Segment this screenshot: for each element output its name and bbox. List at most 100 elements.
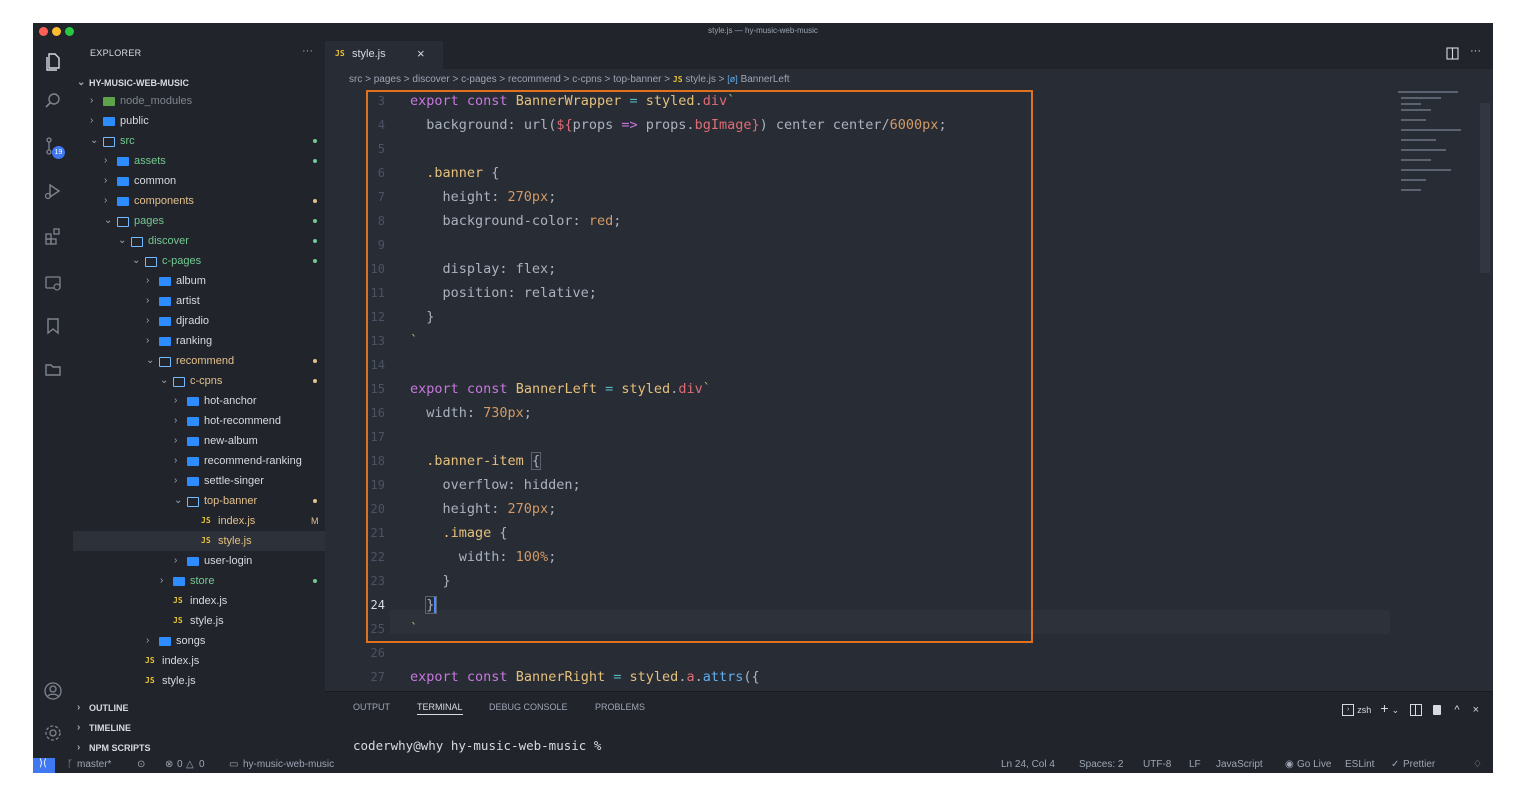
- encoding[interactable]: UTF-8: [1143, 759, 1171, 770]
- tab-style-js[interactable]: JS style.js ×: [325, 41, 443, 69]
- code-line: background: url(${props => props.bgImage…: [426, 117, 947, 133]
- tree-folder-artist[interactable]: › artist: [73, 291, 325, 311]
- extensions-icon[interactable]: [43, 226, 63, 246]
- breadcrumb-item[interactable]: pages: [374, 74, 401, 85]
- tree-folder-components[interactable]: › components: [73, 191, 325, 211]
- trash-icon[interactable]: [1433, 705, 1442, 716]
- tree-folder-assets[interactable]: › assets: [73, 151, 325, 171]
- section-label: NPM SCRIPTS: [89, 743, 151, 753]
- tree-folder-ranking[interactable]: › ranking: [73, 331, 325, 351]
- bookmark-icon[interactable]: [43, 316, 63, 336]
- source-control-icon[interactable]: 19: [43, 136, 65, 159]
- tree-file-style-js[interactable]: JS style.js: [73, 671, 325, 691]
- terminal-prompt[interactable]: coderwhy@why hy-music-web-music %: [353, 738, 601, 753]
- breadcrumb-item[interactable]: c-pages: [461, 74, 497, 85]
- outline-section[interactable]: › OUTLINE: [73, 698, 325, 718]
- error-icon: ⊗: [165, 759, 174, 770]
- tree-folder-new-album[interactable]: › new-album: [73, 431, 325, 451]
- tree-folder-hot-recommend[interactable]: › hot-recommend: [73, 411, 325, 431]
- tab-problems[interactable]: PROBLEMS: [595, 702, 645, 712]
- chevron-down-icon[interactable]: ⌄: [1392, 705, 1400, 715]
- tree-file-index-js[interactable]: JS index.js M: [73, 511, 325, 531]
- breadcrumb-item[interactable]: src: [349, 74, 362, 85]
- tree-label: pages: [134, 215, 164, 227]
- tree-folder-discover[interactable]: ⌄ discover: [73, 231, 325, 251]
- tree-file-style-js[interactable]: JS style.js: [73, 611, 325, 631]
- workspace-folder[interactable]: hy-music-web-music: [243, 759, 334, 770]
- tree-folder-c-pages[interactable]: ⌄ c-pages: [73, 251, 325, 271]
- run-debug-icon[interactable]: [43, 181, 63, 201]
- tree-file-style-js-active[interactable]: JS style.js: [73, 531, 325, 551]
- code-line: display: flex;: [410, 261, 557, 277]
- search-icon[interactable]: [43, 91, 63, 111]
- remote-indicator[interactable]: ⟩⟨: [33, 758, 55, 773]
- tree-folder-hot-anchor[interactable]: › hot-anchor: [73, 391, 325, 411]
- untracked-dot: [313, 219, 317, 223]
- remote-explorer-icon[interactable]: [43, 273, 63, 293]
- tree-folder-settle-singer[interactable]: › settle-singer: [73, 471, 325, 491]
- tree-folder-public[interactable]: › public: [73, 111, 325, 131]
- explorer-more-button[interactable]: ···: [302, 45, 313, 57]
- tree-folder-top-banner[interactable]: ⌄ top-banner: [73, 491, 325, 511]
- code-editor[interactable]: 3 4 5 6 7 8 9 10 11 12 13 14 15 16 17 18 19 20 21 22 23 24 25 2…: [325, 89, 1493, 689]
- tree-folder-recommend[interactable]: ⌄ recommend: [73, 351, 325, 371]
- breadcrumb-file[interactable]: style.js: [685, 74, 716, 85]
- line-number: 5: [377, 142, 385, 156]
- breadcrumb-item[interactable]: top-banner: [613, 74, 661, 85]
- cursor-position[interactable]: Ln 24, Col 4: [1001, 759, 1055, 770]
- split-editor-icon[interactable]: [1446, 47, 1459, 63]
- indentation[interactable]: Spaces: 2: [1079, 759, 1123, 770]
- tree-folder-djradio[interactable]: › djradio: [73, 311, 325, 331]
- tree-folder-pages[interactable]: ⌄ pages: [73, 211, 325, 231]
- breadcrumb-item[interactable]: c-cpns: [572, 74, 601, 85]
- split-terminal-icon[interactable]: [1410, 704, 1423, 717]
- language-mode[interactable]: JavaScript: [1216, 759, 1263, 770]
- tab-debug-console[interactable]: DEBUG CONSOLE: [489, 702, 568, 712]
- npm-scripts-section[interactable]: › NPM SCRIPTS: [73, 738, 325, 758]
- error-count[interactable]: 0: [177, 759, 183, 770]
- new-terminal-plus-icon[interactable]: +: [1380, 700, 1388, 716]
- breadcrumb-symbol[interactable]: BannerLeft: [741, 74, 790, 85]
- prettier-status[interactable]: Prettier: [1403, 759, 1435, 770]
- tree-folder-node_modules[interactable]: › node_modules: [73, 91, 325, 111]
- eslint-status[interactable]: ESLint: [1345, 759, 1374, 770]
- vertical-scrollbar[interactable]: [1480, 103, 1490, 273]
- breadcrumb-item[interactable]: discover: [412, 74, 449, 85]
- tree-folder-songs[interactable]: › songs: [73, 631, 325, 651]
- tree-folder-common[interactable]: › common: [73, 171, 325, 191]
- maximize-panel-chevron-up-icon[interactable]: ^: [1454, 704, 1459, 716]
- code-line: }: [410, 573, 451, 589]
- files-icon[interactable]: [43, 51, 63, 71]
- timeline-section[interactable]: › TIMELINE: [73, 718, 325, 738]
- tree-folder-src[interactable]: ⌄ src: [73, 131, 325, 151]
- folder-icon: [117, 177, 129, 186]
- end-of-line[interactable]: LF: [1189, 759, 1201, 770]
- project-manager-icon[interactable]: [43, 359, 63, 379]
- git-branch[interactable]: master*: [77, 759, 111, 770]
- tab-close-icon[interactable]: ×: [417, 46, 425, 61]
- warning-count[interactable]: 0: [199, 759, 205, 770]
- tab-output[interactable]: OUTPUT: [353, 702, 390, 712]
- tree-folder-c-cpns[interactable]: ⌄ c-cpns: [73, 371, 325, 391]
- settings-gear-icon[interactable]: [43, 723, 63, 743]
- tree-folder-album[interactable]: › album: [73, 271, 325, 291]
- tree-folder-recommend-ranking[interactable]: › recommend-ranking: [73, 451, 325, 471]
- tab-terminal[interactable]: TERMINAL: [417, 702, 463, 715]
- tree-file-index-js[interactable]: JS index.js: [73, 591, 325, 611]
- notifications-bell-icon[interactable]: ♢: [1473, 759, 1482, 770]
- editor-tab-bar: JS style.js × ···: [325, 41, 1493, 69]
- close-panel-icon[interactable]: ×: [1473, 704, 1479, 716]
- tree-label: djradio: [176, 315, 210, 327]
- folder-icon: [187, 457, 199, 466]
- sync-icon[interactable]: ⊙: [137, 759, 145, 770]
- go-live-button[interactable]: Go Live: [1297, 759, 1331, 770]
- tree-folder-user-login[interactable]: › user-login: [73, 551, 325, 571]
- breadcrumb-item[interactable]: recommend: [508, 74, 561, 85]
- tree-file-index-js[interactable]: JS index.js: [73, 651, 325, 671]
- minimap[interactable]: [1398, 89, 1488, 199]
- tree-folder-store[interactable]: › store: [73, 571, 325, 591]
- account-icon[interactable]: [43, 681, 63, 701]
- terminal-shell-select[interactable]: zsh: [1357, 705, 1371, 715]
- more-actions-icon[interactable]: ···: [1470, 45, 1481, 57]
- line-number: 19: [370, 478, 385, 492]
